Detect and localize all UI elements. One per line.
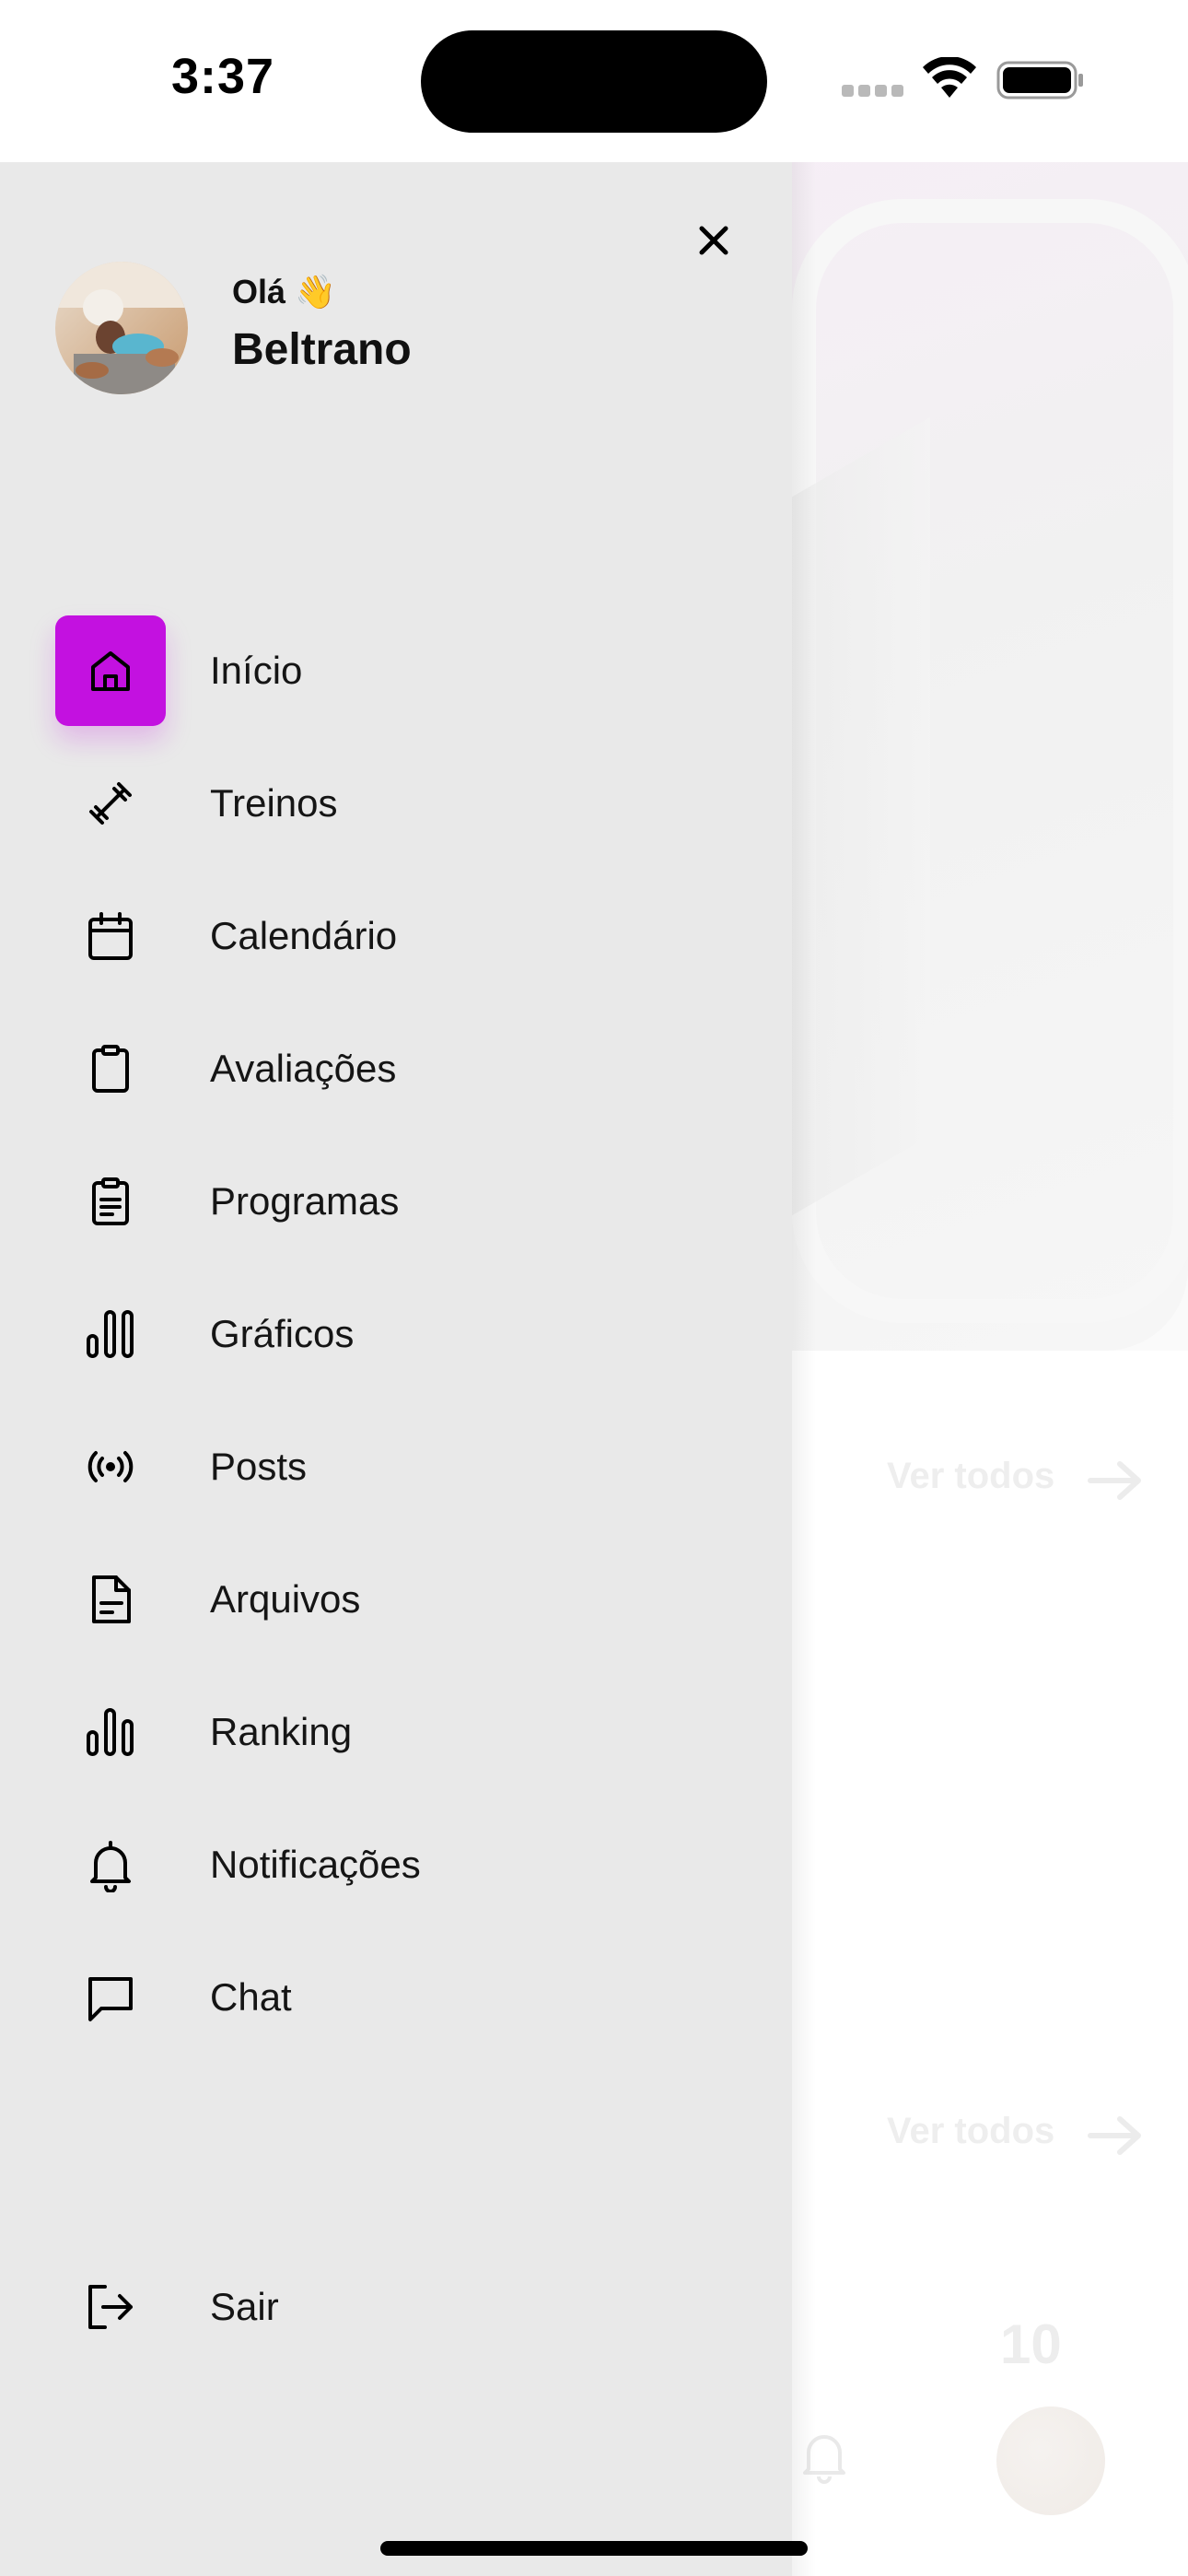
- file-icon: [92, 1575, 131, 1623]
- battery-icon: [996, 61, 1083, 100]
- menu-label: Notificações: [210, 1843, 421, 1886]
- menu-item-programas[interactable]: Programas: [55, 1146, 718, 1257]
- profile-avatar[interactable]: [996, 2406, 1105, 2515]
- broadcast-icon: [87, 1451, 134, 1482]
- menu-item-notificacoes[interactable]: Notificações: [55, 1809, 718, 1920]
- menu-label: Início: [210, 649, 303, 692]
- home-icon-wrapper: [55, 615, 166, 726]
- side-drawer: Olá 👋 Beltrano Início Treinos Calendário: [0, 162, 792, 2576]
- menu-label: Arquivos: [210, 1577, 361, 1621]
- menu-item-inicio[interactable]: Início: [55, 615, 718, 726]
- background-count: 10: [1000, 2313, 1062, 2375]
- status-time: 3:37: [171, 49, 275, 104]
- close-button[interactable]: [691, 217, 737, 263]
- bell-icon: [90, 1841, 131, 1892]
- dumbbell-icon: [89, 782, 132, 825]
- menu-item-calendario[interactable]: Calendário: [55, 881, 718, 991]
- menu-item-chat[interactable]: Chat: [55, 1942, 718, 2053]
- wifi-icon: [923, 57, 976, 98]
- arrow-right-icon[interactable]: [1087, 1460, 1144, 1501]
- status-bar: 3:37: [0, 0, 1188, 162]
- bar-chart-icon: [87, 1310, 134, 1358]
- drawer-shadow: [792, 162, 816, 2576]
- menu-item-ranking[interactable]: Ranking: [55, 1677, 718, 1787]
- menu-label: Chat: [210, 1975, 292, 2019]
- calendar-icon: [88, 912, 133, 960]
- logout-label: Sair: [210, 2285, 279, 2328]
- dynamic-island: [421, 30, 767, 133]
- clipboard-list-icon: [92, 1177, 129, 1225]
- menu-label: Posts: [210, 1445, 308, 1488]
- menu-label: Calendário: [210, 914, 398, 957]
- ranking-icon: [87, 1708, 134, 1756]
- chat-icon: [88, 1977, 133, 2021]
- logout-button[interactable]: Sair: [55, 2252, 718, 2362]
- menu-item-arquivos[interactable]: Arquivos: [55, 1544, 718, 1655]
- home-icon: [91, 651, 130, 691]
- menu-label: Avaliações: [210, 1047, 397, 1090]
- menu-label: Gráficos: [210, 1312, 355, 1355]
- close-icon[interactable]: [698, 225, 729, 256]
- menu-item-treinos[interactable]: Treinos: [55, 748, 718, 859]
- menu-item-posts[interactable]: Posts: [55, 1411, 718, 1522]
- menu-label: Ranking: [210, 1710, 353, 1753]
- menu-label: Programas: [210, 1179, 400, 1223]
- clipboard-icon: [92, 1045, 129, 1093]
- menu-item-graficos[interactable]: Gráficos: [55, 1279, 718, 1389]
- see-all-link[interactable]: Ver todos: [887, 2111, 1054, 2152]
- user-avatar[interactable]: [55, 262, 188, 394]
- menu-item-avaliacoes[interactable]: Avaliações: [55, 1013, 718, 1124]
- home-indicator[interactable]: [380, 2541, 808, 2556]
- cellular-signal-icon: [842, 85, 904, 98]
- menu-label: Treinos: [210, 781, 338, 825]
- arrow-right-icon[interactable]: [1087, 2115, 1144, 2156]
- see-all-link[interactable]: Ver todos: [887, 1456, 1054, 1497]
- user-name: Beltrano: [232, 325, 412, 374]
- greeting-text: Olá 👋: [232, 273, 336, 310]
- logout-icon: [88, 2285, 133, 2329]
